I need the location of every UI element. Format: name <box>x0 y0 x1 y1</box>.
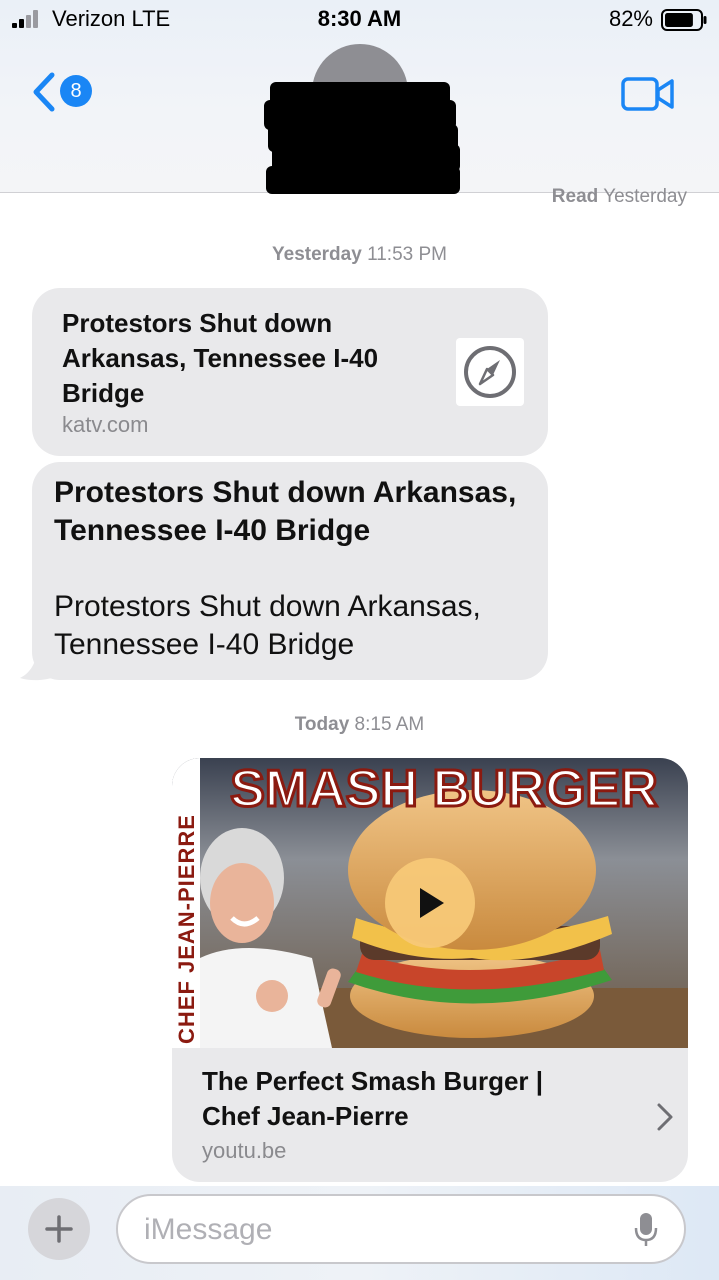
timestamp-time: 11:53 PM <box>367 244 447 265</box>
read-label: Read <box>551 186 599 207</box>
compass-icon <box>456 338 524 406</box>
message-composer <box>0 1186 719 1280</box>
link-preview-domain: katv.com <box>62 412 149 437</box>
thumbnail-headline: SMASH BURGER <box>230 760 658 818</box>
timestamp-day: Yesterday <box>272 244 362 265</box>
redacted-contact-name <box>264 82 464 194</box>
message-input[interactable] <box>142 1208 616 1252</box>
read-receipt: Read Yesterday <box>552 186 687 208</box>
chevron-right-icon <box>657 1103 673 1131</box>
timestamp-time: 8:15 AM <box>354 714 425 735</box>
chevron-left-icon <box>33 72 55 112</box>
video-thumbnail[interactable]: CHEF JEAN-PIERRE SMASH BURGER <box>172 758 688 1048</box>
battery-percent: 82% <box>608 6 653 31</box>
link-preview-youtube[interactable]: CHEF JEAN-PIERRE SMASH BURGER The Perfec… <box>172 758 688 1182</box>
message-body: Protestors Shut down Arkansas, Tennessee… <box>54 590 481 661</box>
video-camera-icon[interactable] <box>621 76 675 112</box>
thumbnail-side-text: CHEF JEAN-PIERRE <box>174 814 199 1044</box>
read-time: Yesterday <box>603 186 687 207</box>
message-bubble-received[interactable]: Protestors Shut down Arkansas, Tennessee… <box>32 462 548 680</box>
link-preview-katv[interactable]: Protestors Shut down Arkansas, Tennessee… <box>32 288 548 456</box>
timestamp-today: Today 8:15 AM <box>0 714 719 736</box>
microphone-icon[interactable] <box>634 1212 658 1248</box>
timestamp-yesterday: Yesterday 11:53 PM <box>0 244 719 266</box>
message-title: Protestors Shut down Arkansas, Tennessee… <box>54 476 517 547</box>
back-button[interactable]: 8 <box>30 72 100 116</box>
link-preview-domain: youtu.be <box>202 1138 287 1163</box>
unread-count-badge: 8 <box>60 75 92 107</box>
link-preview-title: The Perfect Smash Burger | Chef Jean-Pie… <box>202 1066 544 1131</box>
timestamp-day: Today <box>294 714 350 735</box>
plus-button[interactable] <box>28 1198 90 1260</box>
plus-icon <box>45 1215 73 1243</box>
status-bar: Verizon LTE 8:30 AM 82% <box>0 0 719 40</box>
message-input-container <box>116 1194 686 1264</box>
battery-icon <box>661 9 707 31</box>
link-preview-title: Protestors Shut down Arkansas, Tennessee… <box>62 308 379 408</box>
conversation-header: Verizon LTE 8:30 AM 82% 8 <box>0 0 719 194</box>
